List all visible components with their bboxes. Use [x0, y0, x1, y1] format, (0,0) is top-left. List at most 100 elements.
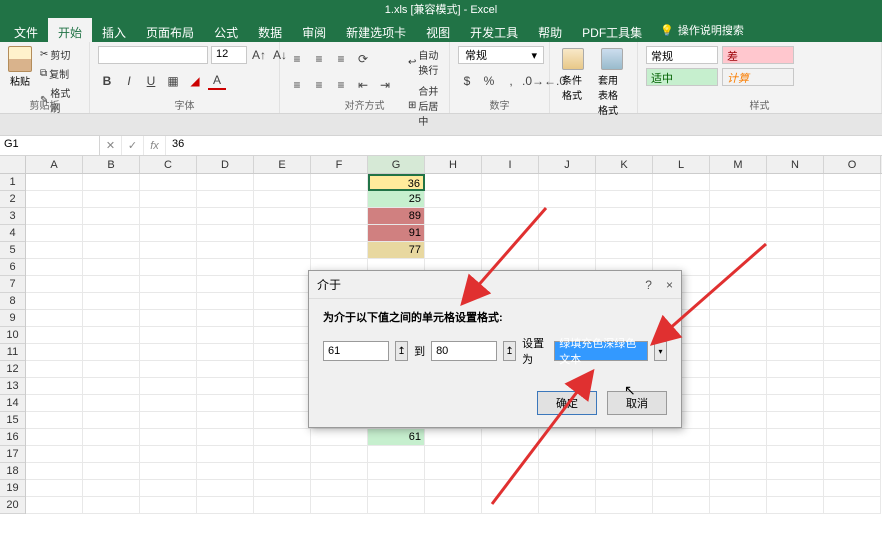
cell-C18[interactable] [140, 463, 197, 480]
cell-C6[interactable] [140, 259, 197, 276]
cell-O11[interactable] [824, 344, 881, 361]
cell-L1[interactable] [653, 174, 710, 191]
between-max-input[interactable] [431, 341, 497, 361]
cell-B4[interactable] [83, 225, 140, 242]
row-header-15[interactable]: 15 [0, 412, 25, 429]
cell-E2[interactable] [254, 191, 311, 208]
cell-style-calc[interactable]: 计算 [722, 68, 794, 86]
cell-E6[interactable] [254, 259, 311, 276]
cell-A13[interactable] [26, 378, 83, 395]
cell-B7[interactable] [83, 276, 140, 293]
cell-E4[interactable] [254, 225, 311, 242]
cell-E13[interactable] [254, 378, 311, 395]
cell-O17[interactable] [824, 446, 881, 463]
min-ref-button[interactable]: ↥ [395, 341, 408, 361]
cell-C15[interactable] [140, 412, 197, 429]
cell-E3[interactable] [254, 208, 311, 225]
italic-button[interactable]: I [120, 72, 138, 90]
cell-N9[interactable] [767, 310, 824, 327]
cell-O7[interactable] [824, 276, 881, 293]
cell-K17[interactable] [596, 446, 653, 463]
col-header-C[interactable]: C [140, 156, 197, 173]
tab-pdf[interactable]: PDF工具集 [572, 18, 652, 42]
cell-A11[interactable] [26, 344, 83, 361]
cell-J17[interactable] [539, 446, 596, 463]
cell-H16[interactable] [425, 429, 482, 446]
select-all-corner[interactable] [0, 156, 26, 174]
cell-H3[interactable] [425, 208, 482, 225]
format-preset-select[interactable]: 绿填充色深绿色文本 [554, 341, 648, 361]
cell-M14[interactable] [710, 395, 767, 412]
cell-E15[interactable] [254, 412, 311, 429]
col-header-J[interactable]: J [539, 156, 596, 173]
align-left-button[interactable]: ≡ [288, 76, 306, 94]
cell-L18[interactable] [653, 463, 710, 480]
cell-N3[interactable] [767, 208, 824, 225]
cell-M12[interactable] [710, 361, 767, 378]
cell-F3[interactable] [311, 208, 368, 225]
cell-H18[interactable] [425, 463, 482, 480]
row-header-14[interactable]: 14 [0, 395, 25, 412]
cell-D20[interactable] [197, 497, 254, 514]
cell-D13[interactable] [197, 378, 254, 395]
cell-L4[interactable] [653, 225, 710, 242]
cell-N16[interactable] [767, 429, 824, 446]
cell-I3[interactable] [482, 208, 539, 225]
col-header-O[interactable]: O [824, 156, 881, 173]
cell-I2[interactable] [482, 191, 539, 208]
underline-button[interactable]: U [142, 72, 160, 90]
cell-H5[interactable] [425, 242, 482, 259]
row-header-13[interactable]: 13 [0, 378, 25, 395]
cell-F19[interactable] [311, 480, 368, 497]
cell-G17[interactable] [368, 446, 425, 463]
cell-G4[interactable]: 91 [368, 225, 425, 242]
cell-G1[interactable]: 36 [368, 174, 425, 191]
cell-C14[interactable] [140, 395, 197, 412]
tab-file[interactable]: 文件 [4, 18, 48, 42]
name-box[interactable]: G1 [0, 136, 100, 155]
cell-D17[interactable] [197, 446, 254, 463]
cell-C19[interactable] [140, 480, 197, 497]
cell-E10[interactable] [254, 327, 311, 344]
cell-I5[interactable] [482, 242, 539, 259]
cell-I18[interactable] [482, 463, 539, 480]
cell-H17[interactable] [425, 446, 482, 463]
cell-C11[interactable] [140, 344, 197, 361]
cell-C5[interactable] [140, 242, 197, 259]
cell-J18[interactable] [539, 463, 596, 480]
cell-H4[interactable] [425, 225, 482, 242]
tab-dev[interactable]: 开发工具 [460, 18, 528, 42]
tab-data[interactable]: 数据 [248, 18, 292, 42]
comma-button[interactable]: , [502, 72, 520, 90]
col-header-N[interactable]: N [767, 156, 824, 173]
cell-D6[interactable] [197, 259, 254, 276]
align-top-button[interactable]: ≡ [288, 50, 306, 68]
row-header-2[interactable]: 2 [0, 191, 25, 208]
percent-button[interactable]: % [480, 72, 498, 90]
cell-D7[interactable] [197, 276, 254, 293]
row-header-4[interactable]: 4 [0, 225, 25, 242]
cell-A16[interactable] [26, 429, 83, 446]
cell-E18[interactable] [254, 463, 311, 480]
align-center-button[interactable]: ≡ [310, 76, 328, 94]
chevron-down-icon[interactable]: ▾ [654, 341, 667, 361]
cell-D5[interactable] [197, 242, 254, 259]
cell-D4[interactable] [197, 225, 254, 242]
between-min-input[interactable] [323, 341, 389, 361]
cell-O19[interactable] [824, 480, 881, 497]
cell-E12[interactable] [254, 361, 311, 378]
cell-L5[interactable] [653, 242, 710, 259]
cell-K5[interactable] [596, 242, 653, 259]
cell-K18[interactable] [596, 463, 653, 480]
cell-A15[interactable] [26, 412, 83, 429]
ok-button[interactable]: 确定 [537, 391, 597, 415]
cell-O18[interactable] [824, 463, 881, 480]
cell-E9[interactable] [254, 310, 311, 327]
cell-F1[interactable] [311, 174, 368, 191]
cell-O6[interactable] [824, 259, 881, 276]
cell-B10[interactable] [83, 327, 140, 344]
cell-C3[interactable] [140, 208, 197, 225]
cell-C4[interactable] [140, 225, 197, 242]
border-button[interactable]: ▦ [164, 72, 182, 90]
cancel-formula-button[interactable]: ✕ [100, 136, 122, 155]
